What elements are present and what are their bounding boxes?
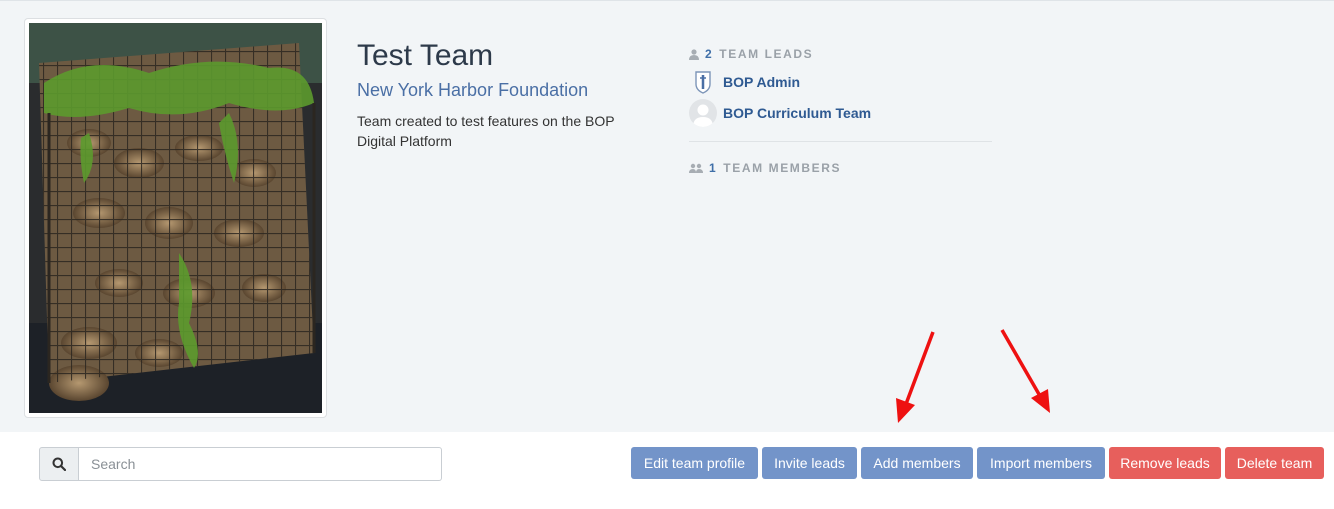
- edit-team-profile-button[interactable]: Edit team profile: [631, 447, 758, 479]
- delete-team-button[interactable]: Delete team: [1225, 447, 1324, 479]
- search-icon: [52, 457, 66, 471]
- team-lead-name: BOP Curriculum Team: [723, 105, 872, 121]
- person-icon: [689, 48, 699, 60]
- invite-leads-button[interactable]: Invite leads: [762, 447, 857, 479]
- add-members-button[interactable]: Add members: [861, 447, 973, 479]
- team-lead-item[interactable]: BOP Curriculum Team: [689, 99, 871, 127]
- search-input[interactable]: [79, 447, 442, 481]
- group-icon: [689, 163, 703, 173]
- search-button[interactable]: [39, 447, 79, 481]
- team-members-count: 1: [709, 161, 718, 175]
- team-title: Test Team: [357, 39, 494, 72]
- team-lead-name: BOP Admin: [723, 74, 801, 90]
- section-divider: [689, 141, 992, 142]
- default-avatar-icon: [689, 99, 717, 127]
- team-description: Team created to test features on the BOP…: [357, 113, 615, 149]
- team-photo: [29, 23, 322, 413]
- team-header-panel: Test Team New York Harbor Foundation Tea…: [0, 0, 1334, 432]
- search-bar: [39, 447, 442, 481]
- team-members-label: TEAM MEMBERS: [723, 161, 842, 175]
- team-leads-label: TEAM LEADS: [719, 47, 814, 61]
- team-photo-frame: [24, 18, 327, 418]
- team-members-heading: 1 TEAM MEMBERS: [689, 161, 841, 175]
- team-organization-link[interactable]: New York Harbor Foundation: [357, 80, 588, 101]
- remove-leads-button[interactable]: Remove leads: [1109, 447, 1221, 479]
- team-lead-item[interactable]: BOP Admin: [689, 68, 800, 96]
- team-leads-count: 2: [705, 47, 714, 61]
- import-members-button[interactable]: Import members: [977, 447, 1105, 479]
- team-leads-heading: 2 TEAM LEADS: [689, 47, 813, 61]
- shield-avatar-icon: [689, 68, 717, 96]
